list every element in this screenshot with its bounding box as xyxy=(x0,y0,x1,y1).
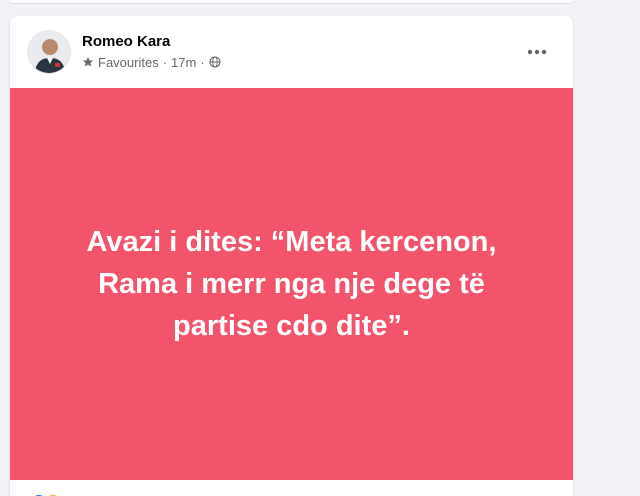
more-options-icon xyxy=(527,49,547,55)
meta-separator-2: · xyxy=(200,54,205,70)
author-avatar[interactable] xyxy=(27,30,71,74)
previous-post-card-edge xyxy=(10,0,573,4)
globe-icon[interactable] xyxy=(209,56,221,68)
avatar-image xyxy=(28,31,70,73)
post-text-background: Avazi i dites: “Meta kercenon, Rama i me… xyxy=(10,88,573,480)
post-timestamp[interactable]: 17m xyxy=(171,55,196,70)
post-header: Romeo Kara Favourites · 17m · xyxy=(10,16,573,88)
post-text: Avazi i dites: “Meta kercenon, Rama i me… xyxy=(86,226,497,342)
audience-label[interactable]: Favourites xyxy=(98,55,159,70)
star-icon xyxy=(83,57,93,67)
author-name[interactable]: Romeo Kara xyxy=(82,33,170,50)
more-options-button[interactable] xyxy=(519,34,555,70)
post-card: Romeo Kara Favourites · 17m · Avazi i di xyxy=(10,16,573,496)
post-footer xyxy=(10,480,573,496)
post-meta: Favourites · 17m · xyxy=(82,54,221,70)
meta-separator: · xyxy=(162,54,168,70)
